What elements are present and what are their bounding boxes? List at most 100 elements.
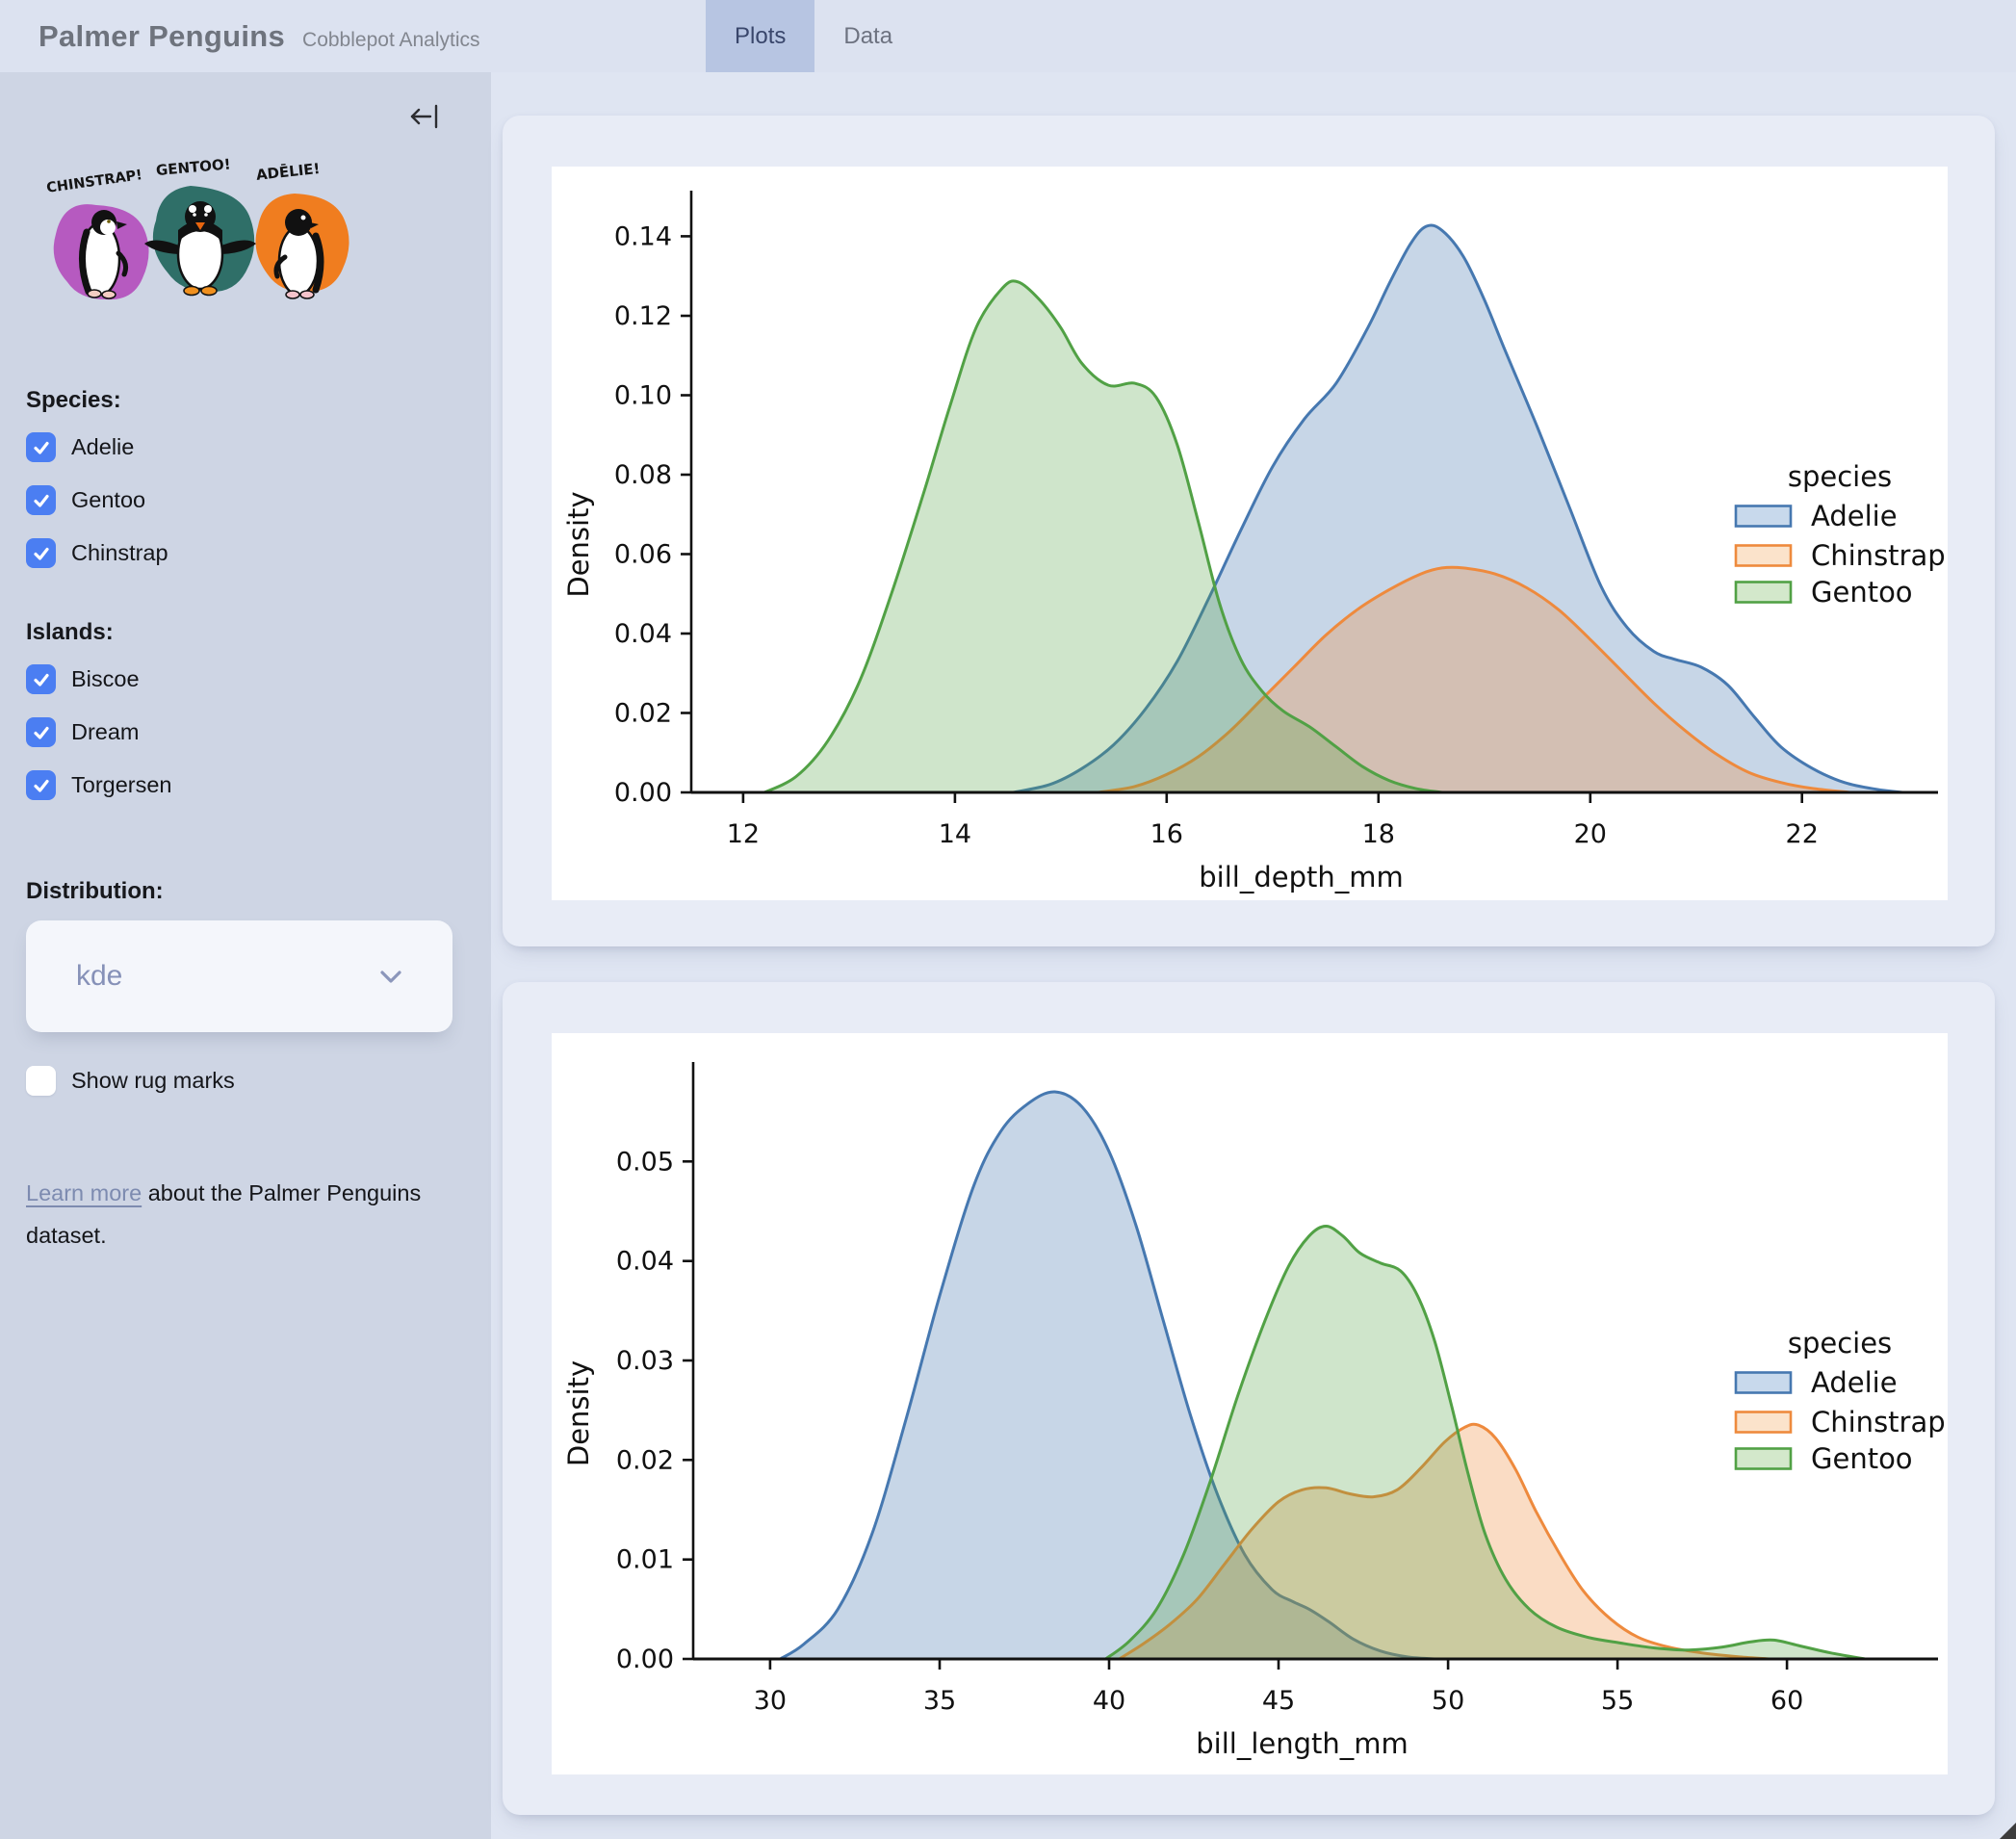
islands-label: Islands: — [26, 619, 114, 645]
x-tick-label: 45 — [1262, 1686, 1295, 1716]
legend-swatch-adelie — [1734, 505, 1793, 528]
y-tick-label: 0.02 — [616, 1445, 674, 1475]
chart-canvas: 12 14 16 18 20 22 0.00 0.02 0.04 0.06 0.08 0.10 0.12… — [552, 167, 1948, 900]
y-tick-label: 0.14 — [614, 221, 672, 251]
island-option-biscoe[interactable]: Biscoe — [26, 660, 491, 699]
brand: Palmer Penguins Cobblepot Analytics — [0, 19, 479, 54]
legend-swatch-adelie — [1734, 1371, 1793, 1394]
x-tick-label: 16 — [1150, 819, 1183, 849]
torgersen-checkbox[interactable] — [26, 770, 56, 800]
legend-label-gentoo: Gentoo — [1811, 576, 1913, 609]
x-tick-label: 40 — [1093, 1686, 1125, 1716]
x-tick-label: 18 — [1362, 819, 1395, 849]
app-header: Palmer Penguins Cobblepot Analytics Plot… — [0, 0, 2016, 72]
bill-length-density-plot: 30 35 40 45 50 55 60 0.00 0.01 0.02 0.03 0.04 0.05 bi… — [552, 1033, 1948, 1774]
app-window: Palmer Penguins Cobblepot Analytics Plot… — [0, 0, 2016, 1839]
chinstrap-checkbox-label: Chinstrap — [71, 540, 168, 565]
legend-label-chinstrap: Chinstrap — [1811, 1406, 1946, 1438]
island-option-torgersen[interactable]: Torgersen — [26, 765, 491, 805]
penguins-illustration: CHINSTRAP! GENTOO! ADĒLIE! — [45, 155, 349, 300]
plots-panel: 12 14 16 18 20 22 0.00 0.02 0.04 0.06 0.08 0.10 0.12… — [491, 72, 2016, 1839]
x-tick-label: 12 — [727, 819, 760, 849]
adelie-checkbox-label: Adelie — [71, 434, 135, 459]
species-option-gentoo[interactable]: Gentoo — [26, 480, 491, 520]
distribution-label: Distribution: — [26, 878, 164, 904]
x-tick-label: 50 — [1432, 1686, 1464, 1716]
tab-plots[interactable]: Plots — [706, 0, 815, 72]
y-tick-label: 0.01 — [616, 1545, 674, 1575]
legend-swatch-gentoo — [1734, 581, 1793, 604]
x-axis-label: bill_depth_mm — [1199, 861, 1404, 894]
x-tick-label: 22 — [1786, 819, 1819, 849]
rug-marks-label: Show rug marks — [71, 1068, 235, 1093]
y-tick-label: 0.04 — [616, 1247, 674, 1277]
x-tick-label: 30 — [754, 1686, 787, 1716]
collapse-sidebar-icon[interactable] — [408, 101, 441, 132]
legend-swatch-gentoo — [1734, 1447, 1793, 1470]
rug-marks-checkbox[interactable] — [26, 1066, 56, 1096]
legend-label-gentoo: Gentoo — [1811, 1442, 1913, 1475]
biscoe-checkbox-label: Biscoe — [71, 666, 140, 691]
rug-marks-option[interactable]: Show rug marks — [26, 1061, 491, 1101]
y-tick-label: 0.12 — [614, 301, 672, 331]
y-tick-label: 0.04 — [614, 619, 672, 649]
x-tick-label: 60 — [1770, 1686, 1803, 1716]
page-title: Palmer Penguins — [39, 18, 286, 53]
sidebar: CHINSTRAP! GENTOO! ADĒLIE! Species: Adel… — [0, 72, 491, 1839]
legend-swatch-chinstrap — [1734, 1411, 1793, 1434]
species-label: Species: — [26, 387, 121, 413]
y-tick-label: 0.06 — [614, 540, 672, 570]
dataset-info-text: Learn more about the Palmer Penguins dat… — [26, 1172, 440, 1256]
y-tick-label: 0.08 — [614, 460, 672, 490]
chinstrap-checkbox[interactable] — [26, 538, 56, 568]
chinstrap-caption: CHINSTRAP! — [45, 168, 143, 196]
bill-depth-card: 12 14 16 18 20 22 0.00 0.02 0.04 0.06 0.08 0.10 0.12… — [503, 116, 1995, 946]
chart-canvas: 30 35 40 45 50 55 60 0.00 0.01 0.02 0.03 0.04 0.05 bi… — [552, 1033, 1948, 1774]
bill-length-card: 30 35 40 45 50 55 60 0.00 0.01 0.02 0.03 0.04 0.05 bi… — [503, 982, 1995, 1815]
check-icon — [33, 547, 49, 560]
y-axis-label: Density — [562, 491, 595, 597]
adelie-checkbox[interactable] — [26, 432, 56, 462]
y-axis-label: Density — [562, 1360, 595, 1466]
y-tick-label: 0.00 — [614, 778, 672, 808]
x-tick-label: 55 — [1601, 1686, 1634, 1716]
chevron-down-icon — [380, 970, 401, 983]
gentoo-checkbox[interactable] — [26, 485, 56, 515]
tab-data[interactable]: Data — [814, 0, 921, 72]
check-icon — [33, 779, 49, 792]
page-subtitle: Cobblepot Analytics — [302, 28, 480, 51]
torgersen-checkbox-label: Torgersen — [71, 772, 172, 797]
y-tick-label: 0.05 — [616, 1147, 674, 1177]
biscoe-checkbox[interactable] — [26, 664, 56, 694]
learn-more-link[interactable]: Learn more — [26, 1180, 142, 1205]
x-tick-label: 35 — [923, 1686, 956, 1716]
bill-depth-density-plot: 12 14 16 18 20 22 0.00 0.02 0.04 0.06 0.08 0.10 0.12… — [552, 167, 1948, 900]
adelie-caption: ADĒLIE! — [255, 158, 321, 184]
species-option-chinstrap[interactable]: Chinstrap — [26, 533, 491, 573]
sidebar-collapse-row — [0, 72, 491, 132]
check-icon — [33, 441, 49, 454]
x-tick-label: 14 — [939, 819, 971, 849]
y-tick-label: 0.02 — [614, 699, 672, 729]
legend-label-adelie: Adelie — [1811, 1366, 1898, 1399]
legend-label-adelie: Adelie — [1811, 500, 1898, 532]
nav-tabs: Plots Data — [706, 0, 921, 72]
legend-swatch-chinstrap — [1734, 544, 1793, 567]
y-tick-label: 0.00 — [616, 1645, 674, 1674]
island-option-dream[interactable]: Dream — [26, 712, 491, 752]
dream-checkbox[interactable] — [26, 717, 56, 747]
legend-label-chinstrap: Chinstrap — [1811, 539, 1946, 572]
check-icon — [33, 494, 49, 507]
y-tick-label: 0.03 — [616, 1346, 674, 1376]
legend-title: species — [1788, 1327, 1892, 1360]
check-icon — [33, 726, 49, 739]
gentoo-caption: GENTOO! — [155, 155, 231, 179]
x-axis-label: bill_length_mm — [1196, 1727, 1409, 1760]
resize-handle[interactable] — [2000, 1823, 2016, 1839]
y-tick-label: 0.10 — [614, 381, 672, 411]
gentoo-checkbox-label: Gentoo — [71, 487, 146, 512]
distribution-select[interactable]: kde — [26, 920, 452, 1032]
species-option-adelie[interactable]: Adelie — [26, 427, 491, 467]
legend-title: species — [1788, 460, 1892, 493]
x-tick-label: 20 — [1574, 819, 1607, 849]
